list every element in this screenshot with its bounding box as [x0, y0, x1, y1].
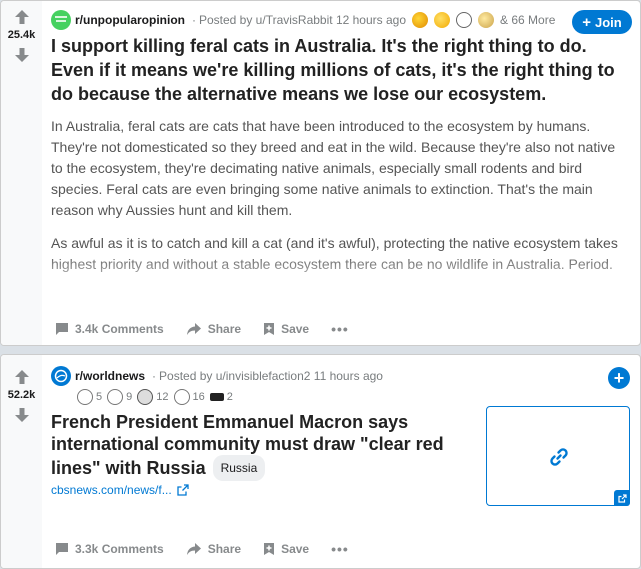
- share-button[interactable]: Share: [182, 538, 245, 560]
- save-icon: [264, 323, 275, 335]
- comments-button[interactable]: 3.3k Comments: [51, 538, 168, 560]
- award-icon: [412, 12, 429, 28]
- link-text: cbsnews.com/news/f...: [51, 483, 172, 497]
- upvote-icon[interactable]: [14, 369, 30, 385]
- award-icon: [77, 389, 93, 405]
- post-body[interactable]: In Australia, feral cats are cats that h…: [51, 116, 632, 297]
- more-options-button[interactable]: •••: [327, 317, 353, 341]
- post-actions: 3.4k Comments Share Save •••: [51, 317, 367, 341]
- downvote-icon[interactable]: [14, 407, 30, 423]
- vote-column: 25.4k: [1, 1, 42, 345]
- post-actions: 3.3k Comments Share Save •••: [51, 537, 367, 561]
- plus-icon: +: [582, 13, 592, 31]
- plus-icon: +: [613, 368, 625, 388]
- share-icon: [186, 323, 201, 335]
- more-awards[interactable]: & 66 More: [500, 13, 555, 27]
- vote-column: 52.2k: [1, 355, 42, 568]
- external-link[interactable]: cbsnews.com/news/f...: [51, 483, 189, 497]
- share-label: Share: [207, 542, 242, 556]
- post-paragraph: As awful as it is to catch and kill a ca…: [51, 235, 618, 272]
- thumbnail-expand-icon[interactable]: [614, 490, 630, 506]
- award-count: 9: [126, 391, 133, 403]
- award-icon: [478, 12, 495, 28]
- post-title[interactable]: French President Emmanuel Macron says in…: [51, 411, 471, 481]
- post-meta: r/unpopularopinion · Posted by u/TravisR…: [51, 10, 632, 30]
- comments-label: 3.3k Comments: [75, 542, 164, 556]
- award-count: 2: [226, 391, 233, 403]
- award-icon: [173, 389, 190, 405]
- external-link-icon: [177, 484, 189, 496]
- post-content: r/unpopularopinion · Posted by u/TravisR…: [51, 1, 632, 297]
- share-icon: [186, 543, 201, 555]
- link-icon: [550, 448, 568, 466]
- share-button[interactable]: Share: [182, 318, 245, 340]
- award-icon: [209, 393, 224, 401]
- award-count: 12: [156, 391, 169, 403]
- award-icon: [137, 389, 154, 405]
- more-options-button[interactable]: •••: [327, 537, 353, 561]
- posted-by[interactable]: Posted by u/invisiblefaction2: [159, 369, 310, 383]
- comment-icon: [56, 543, 68, 555]
- award-icon: [434, 12, 451, 28]
- save-button[interactable]: Save: [259, 318, 313, 340]
- post-card[interactable]: 52.2k r/worldnews · Posted by u/invisibl…: [0, 354, 641, 569]
- share-label: Share: [207, 322, 242, 336]
- subreddit-icon[interactable]: [51, 366, 71, 386]
- comments-button[interactable]: 3.4k Comments: [51, 318, 168, 340]
- upvote-icon[interactable]: [14, 9, 30, 25]
- join-button[interactable]: + Join: [572, 10, 632, 34]
- subreddit-name[interactable]: r/unpopularopinion: [75, 13, 185, 27]
- save-icon: [264, 543, 275, 555]
- post-meta: r/worldnews · Posted by u/invisiblefacti…: [51, 366, 632, 386]
- comment-icon: [56, 323, 68, 335]
- post-time[interactable]: 12 hours ago: [336, 13, 406, 27]
- awards-row[interactable]: 5 9 12 16 2: [77, 389, 238, 405]
- link-thumbnail[interactable]: [486, 406, 630, 506]
- subreddit-name[interactable]: r/worldnews: [75, 369, 145, 383]
- post-paragraph: In Australia, feral cats are cats that h…: [51, 118, 616, 218]
- award-icon: [107, 389, 124, 405]
- join-label: Join: [595, 14, 622, 30]
- post-card[interactable]: 25.4k r/unpopularopinion · Posted by u/T…: [0, 0, 641, 346]
- vote-score: 52.2k: [7, 389, 36, 401]
- post-title[interactable]: I support killing feral cats in Australi…: [51, 34, 632, 106]
- post-flair[interactable]: Russia: [212, 455, 266, 481]
- save-label: Save: [281, 322, 310, 336]
- posted-by[interactable]: Posted by u/TravisRabbit: [199, 13, 333, 27]
- downvote-icon[interactable]: [14, 47, 30, 63]
- comments-label: 3.4k Comments: [75, 322, 164, 336]
- faded-excerpt: As awful as it is to catch and kill a ca…: [51, 233, 622, 297]
- vote-score: 25.4k: [7, 29, 36, 41]
- join-plus-button[interactable]: +: [608, 367, 630, 389]
- award-count: 5: [96, 391, 103, 403]
- award-count: 16: [192, 391, 205, 403]
- awards-row[interactable]: & 66 More: [412, 12, 555, 28]
- award-icon: [456, 12, 473, 28]
- save-button[interactable]: Save: [259, 538, 313, 560]
- save-label: Save: [281, 542, 310, 556]
- post-time[interactable]: 11 hours ago: [314, 369, 383, 383]
- subreddit-icon[interactable]: [51, 10, 71, 30]
